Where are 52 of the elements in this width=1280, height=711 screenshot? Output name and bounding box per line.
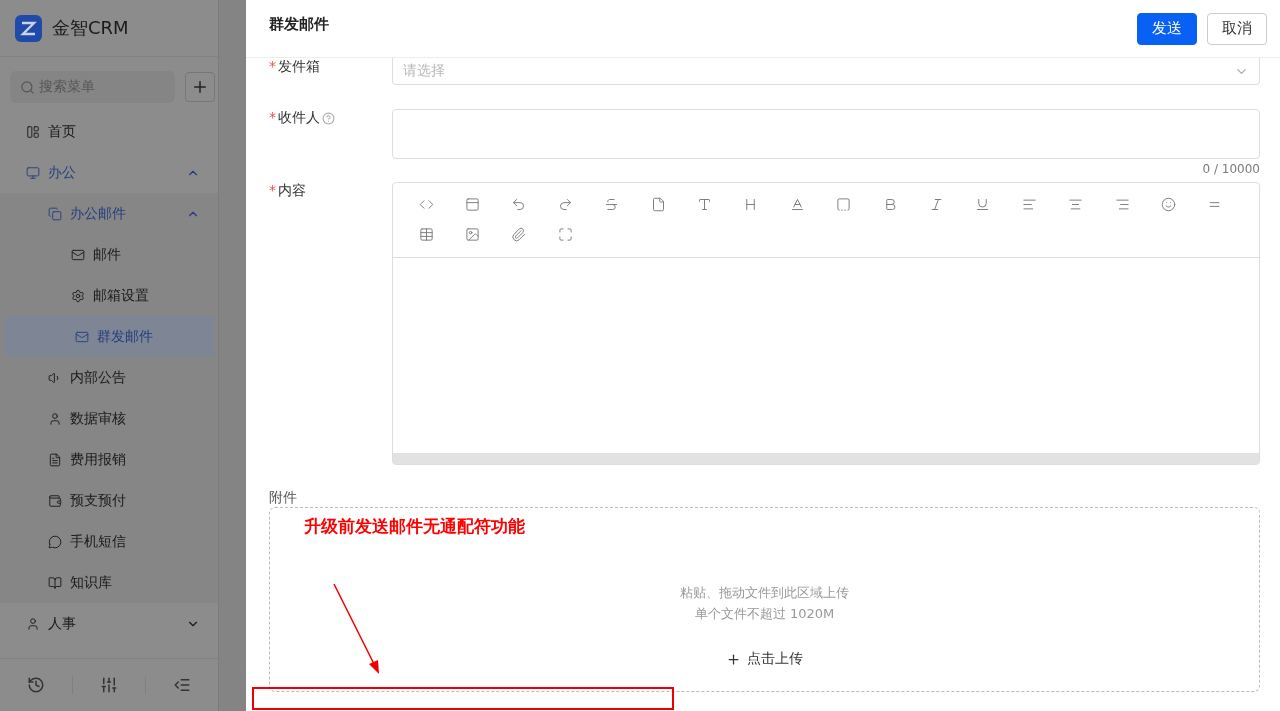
menu-item[interactable]: 群发邮件 xyxy=(4,316,214,357)
logo-icon xyxy=(15,14,42,42)
recipients-field[interactable] xyxy=(392,109,1260,159)
required-mark: * xyxy=(269,182,276,198)
add-button[interactable] xyxy=(185,72,215,102)
chat-icon xyxy=(48,534,62,549)
wallet-icon xyxy=(48,493,62,508)
document-icon xyxy=(48,452,62,467)
sliders-icon xyxy=(100,676,118,694)
upload-limit: 单个文件不超过 1020M xyxy=(694,605,835,623)
menu-item[interactable]: 知识库 xyxy=(0,562,218,603)
monitor-icon xyxy=(26,165,40,180)
search-icon xyxy=(20,79,35,95)
menu-item[interactable]: 手机短信 xyxy=(0,521,218,562)
field-label: 发件箱 xyxy=(278,58,320,76)
menu-item[interactable]: 数据审核 xyxy=(0,398,218,439)
field-label: 收件人 xyxy=(278,109,320,127)
grid-icon xyxy=(26,124,40,139)
menu-item[interactable]: 办公邮件 xyxy=(0,193,218,234)
collapse-icon xyxy=(173,676,191,694)
field-label: 内容 xyxy=(278,182,306,200)
menu-item[interactable]: 内部公告 xyxy=(0,357,218,398)
mail-icon xyxy=(75,329,89,344)
gear-icon xyxy=(71,288,85,303)
mail-icon xyxy=(71,247,85,262)
menu-item[interactable]: 邮件 xyxy=(0,234,218,275)
app-name: 金智CRM xyxy=(52,16,129,40)
person-icon xyxy=(26,616,40,631)
book-icon xyxy=(48,575,62,590)
drawer-title: 群发邮件 xyxy=(269,15,330,34)
upload-hint: 粘贴、拖动文件到此区域上传 xyxy=(680,584,849,602)
cancel-button[interactable]: 取消 xyxy=(1207,12,1267,45)
annotation-text: 升级前发送邮件无通配符功能 xyxy=(304,516,525,538)
character-counter: 0 / 10000 xyxy=(1202,162,1260,176)
send-button[interactable]: 发送 xyxy=(1137,12,1197,45)
menu-item[interactable]: 邮箱设置 xyxy=(0,275,218,316)
menu-item[interactable]: 人事 xyxy=(0,603,218,644)
menu-item[interactable]: 首页 xyxy=(0,111,218,152)
upload-button[interactable]: 点击上传 xyxy=(720,649,809,669)
history-icon xyxy=(27,676,45,694)
menu-item[interactable]: 办公 xyxy=(0,152,218,193)
plus-icon xyxy=(191,78,209,96)
field-label: 附件 xyxy=(269,489,298,507)
menu-item[interactable]: 费用报销 xyxy=(0,439,218,480)
person-icon xyxy=(48,411,62,426)
required-mark: * xyxy=(269,58,276,74)
help-icon[interactable] xyxy=(322,112,335,125)
menu-item[interactable]: 预支预付 xyxy=(0,480,218,521)
copy-icon xyxy=(48,206,62,221)
plus-icon xyxy=(726,651,741,667)
scrollbar[interactable] xyxy=(393,453,1259,464)
required-mark: * xyxy=(269,109,276,125)
